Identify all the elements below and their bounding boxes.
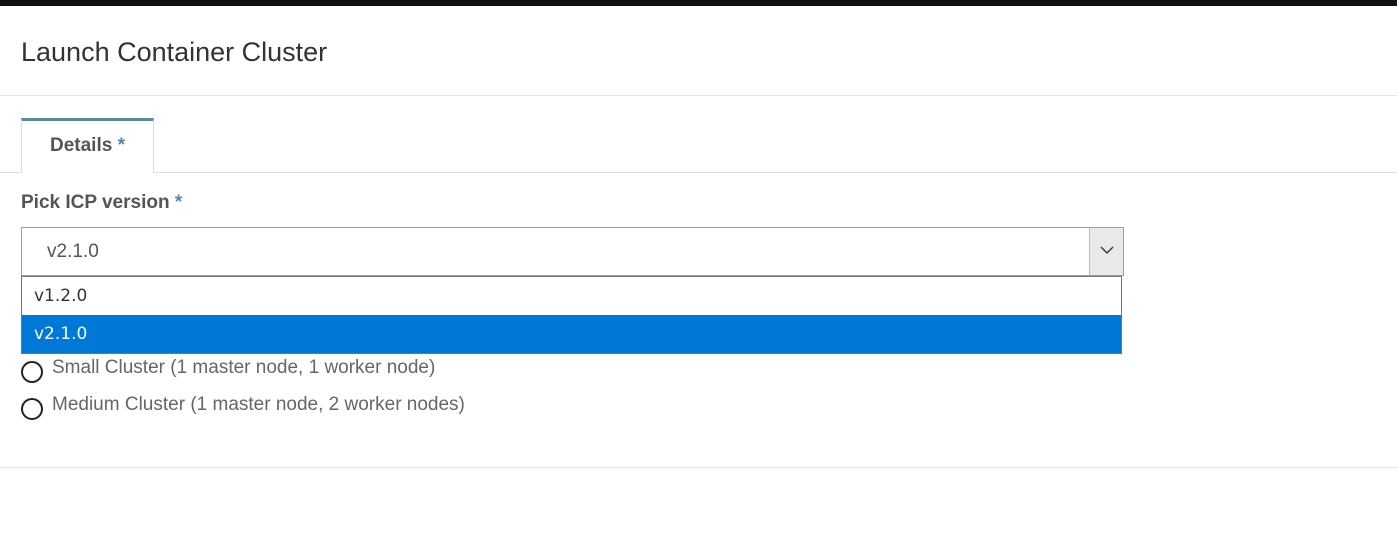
tab-details-required-marker: * — [117, 135, 125, 156]
radio-label-small-cluster: Small Cluster (1 master node, 1 worker n… — [52, 357, 436, 378]
dropdown-option-v2-1-0[interactable]: v2.1.0 — [22, 315, 1121, 353]
radio-label-medium-cluster: Medium Cluster (1 master node, 2 worker … — [52, 394, 465, 415]
dropdown-option-v1-2-0[interactable]: v1.2.0 — [22, 277, 1121, 315]
select-dropdown-button[interactable] — [1089, 228, 1123, 275]
icp-version-selected-value: v2.1.0 — [47, 241, 99, 262]
radio-button-small-cluster[interactable] — [21, 361, 43, 383]
tab-bar: Details * — [0, 118, 1397, 173]
modal-header: Launch Container Cluster — [0, 6, 1397, 96]
icp-version-dropdown-list: v1.2.0 v2.1.0 — [21, 276, 1122, 354]
icp-version-label: Pick ICP version * — [21, 191, 182, 215]
modal-footer-divider — [0, 467, 1397, 468]
tab-details-label: Details — [50, 135, 113, 156]
icp-version-required-marker: * — [174, 192, 183, 213]
chevron-down-icon — [1100, 246, 1114, 254]
modal-title: Launch Container Cluster — [21, 37, 328, 67]
tab-details[interactable]: Details * — [21, 118, 154, 173]
launch-cluster-modal: Launch Container Cluster Details * Pick … — [0, 6, 1397, 548]
icp-version-label-text: Pick ICP version — [21, 192, 170, 213]
icp-version-select[interactable]: v2.1.0 — [21, 227, 1124, 276]
radio-button-medium-cluster[interactable] — [21, 398, 43, 420]
